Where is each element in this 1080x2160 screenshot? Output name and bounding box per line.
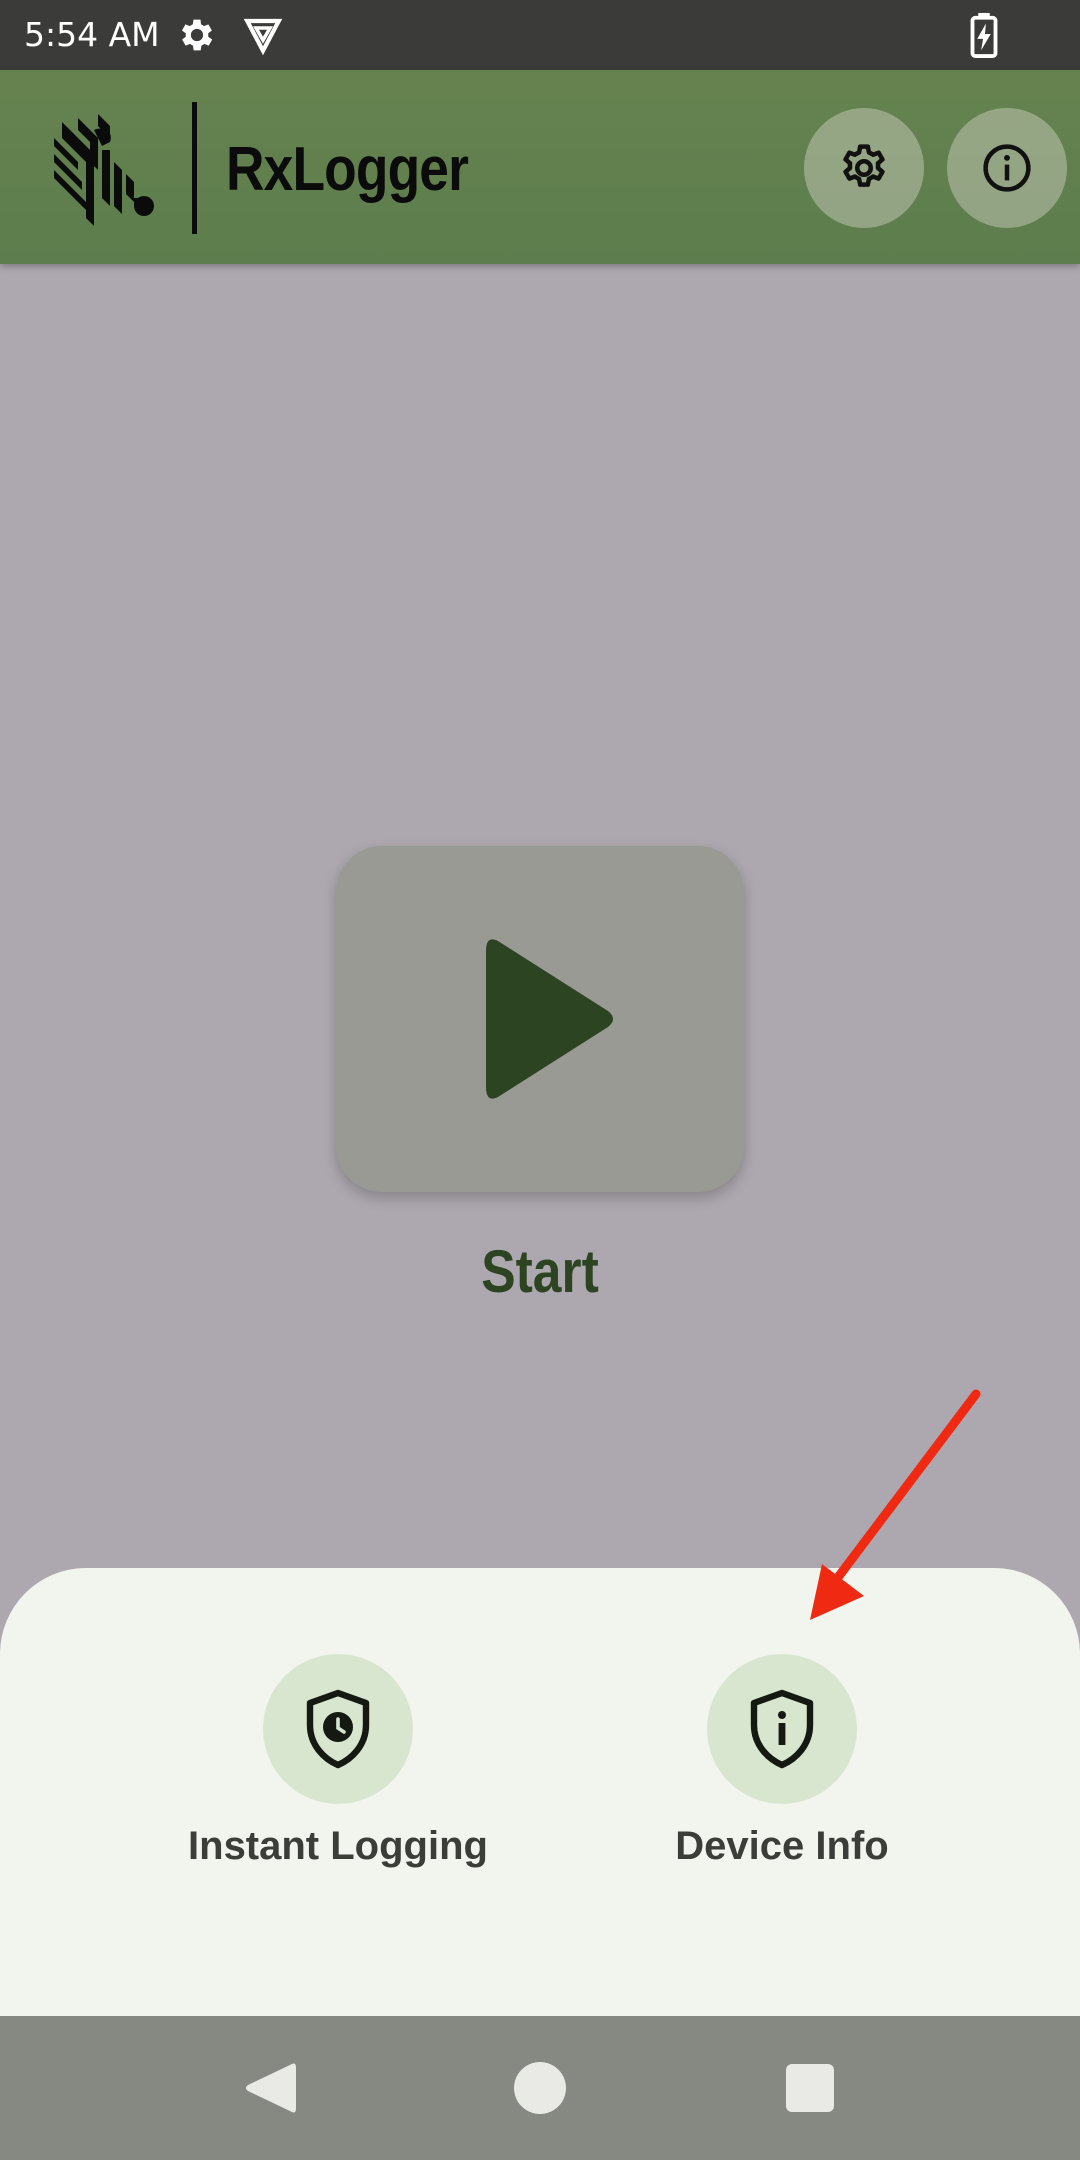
navigation-bar — [0, 2016, 1080, 2160]
battery-charging-icon — [970, 12, 998, 58]
info-icon — [983, 144, 1031, 192]
shield-info-icon — [750, 1689, 814, 1769]
status-time: 5:54 AM — [24, 15, 160, 54]
settings-button[interactable] — [804, 108, 924, 228]
recents-icon[interactable] — [786, 2064, 834, 2112]
shield-clock-icon — [306, 1689, 370, 1769]
app-bar: RxLogger — [0, 70, 1080, 264]
device-info-label: Device Info — [675, 1824, 889, 1868]
device-info-button[interactable] — [707, 1654, 857, 1804]
logo-divider — [192, 102, 197, 234]
gear-icon — [181, 19, 213, 51]
red-arrow-annotation — [810, 1389, 981, 1620]
instant-logging-label: Instant Logging — [188, 1824, 488, 1868]
start-label: Start — [481, 1238, 599, 1305]
start-button[interactable] — [336, 846, 744, 1192]
info-button[interactable] — [947, 108, 1067, 228]
back-icon[interactable] — [244, 2060, 296, 2116]
app-title: RxLogger — [226, 135, 469, 204]
bottom-sheet: Instant Logging Device Info — [0, 1568, 1080, 2016]
home-icon[interactable] — [514, 2062, 566, 2114]
play-icon — [486, 939, 613, 1099]
status-bar: 5:54 AM — [0, 0, 1080, 70]
instant-logging-button[interactable] — [263, 1654, 413, 1804]
gear-icon — [843, 144, 885, 187]
vpn-shield-icon — [243, 18, 283, 56]
zebra-logo — [54, 114, 154, 226]
